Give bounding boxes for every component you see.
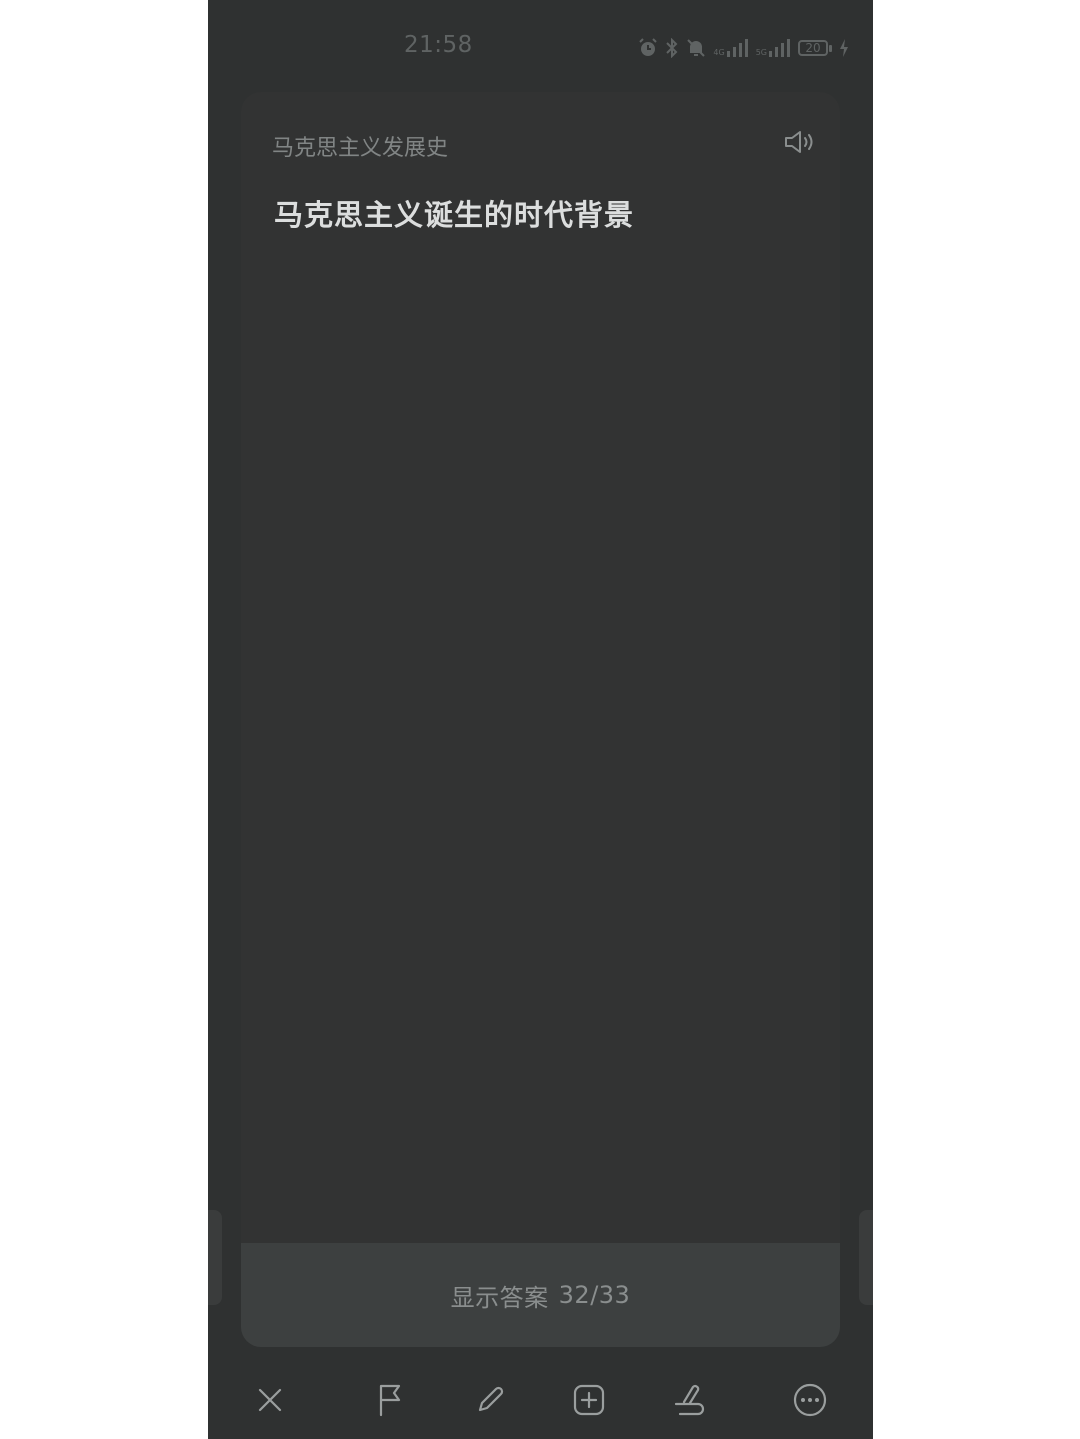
flag-icon[interactable]: [368, 1378, 412, 1422]
flashcard[interactable]: 马克思主义发展史 马克思主义诞生的时代背景 显示答案 32/33: [241, 92, 840, 1347]
deck-name: 马克思主义发展史: [272, 136, 449, 161]
bottom-toolbar: [208, 1360, 873, 1439]
status-time: 21:58: [404, 32, 473, 58]
previous-card-edge: [208, 1210, 222, 1305]
signal-icon-2: 5G: [756, 39, 791, 57]
speaker-icon[interactable]: [782, 128, 818, 156]
close-icon[interactable]: [248, 1378, 292, 1422]
network-type-2: 5G: [755, 48, 767, 57]
status-bar: 21:58 4G 5G 20: [208, 0, 873, 95]
battery-icon: 20: [798, 40, 832, 56]
phone-screen: 21:58 4G 5G 20 马克思主义发展史 马克思主义诞生的时代背景 显示答…: [208, 0, 873, 1439]
next-card-edge: [859, 1210, 873, 1305]
network-type-1: 4G: [713, 48, 725, 57]
mute-icon: [686, 38, 706, 58]
show-answer-label: 显示答案: [450, 1283, 549, 1312]
status-icons: 4G 5G 20: [638, 36, 849, 60]
bluetooth-icon: [665, 38, 679, 58]
undo-icon[interactable]: [667, 1378, 711, 1422]
charging-icon: [839, 39, 849, 57]
more-icon[interactable]: [788, 1378, 832, 1422]
edit-icon[interactable]: [468, 1378, 512, 1422]
question-text: 马克思主义诞生的时代背景: [274, 198, 635, 232]
signal-icon-1: 4G: [713, 39, 748, 57]
card-progress: 32/33: [558, 1281, 631, 1309]
add-icon[interactable]: [567, 1378, 611, 1422]
battery-level: 20: [798, 40, 828, 56]
show-answer-button[interactable]: 显示答案 32/33: [241, 1243, 840, 1347]
alarm-icon: [638, 38, 658, 58]
